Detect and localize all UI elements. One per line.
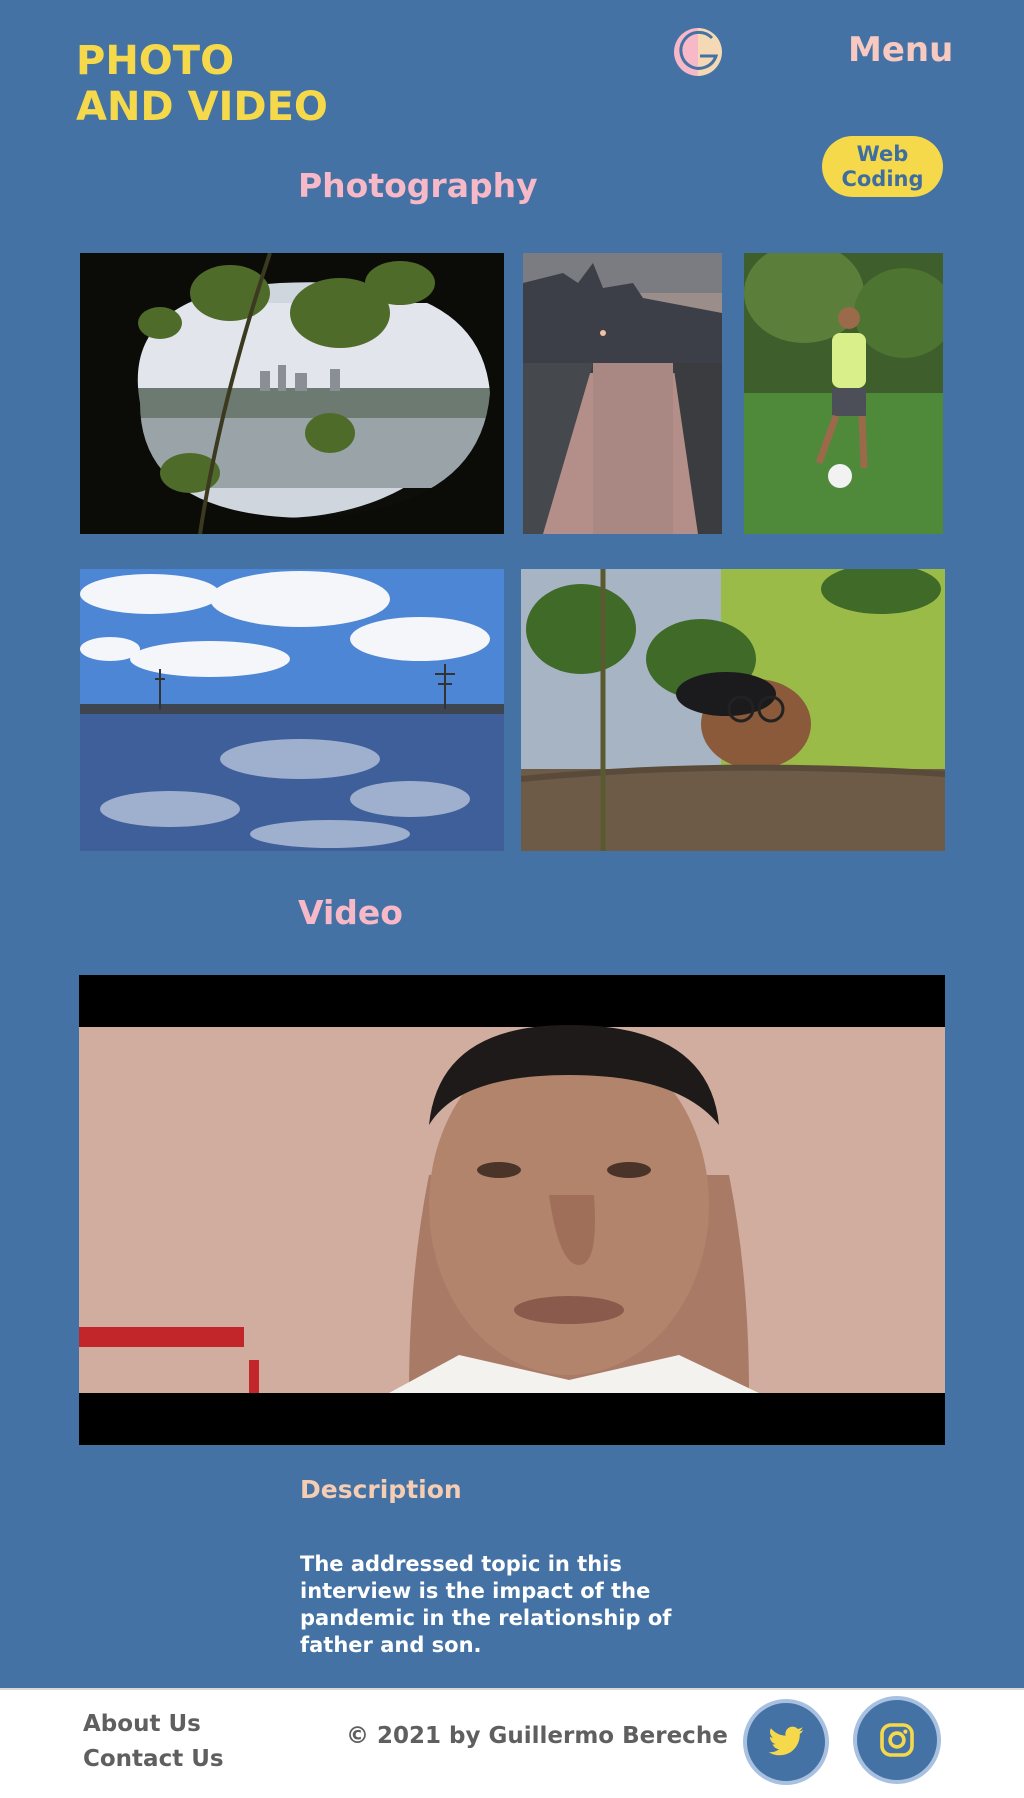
- logo-icon[interactable]: [672, 26, 724, 78]
- photo-harbor-through-leaves[interactable]: [80, 253, 504, 534]
- web-coding-line1: Web: [856, 142, 909, 166]
- menu-link[interactable]: Menu: [848, 30, 953, 70]
- photo-boy-behind-tree[interactable]: [521, 569, 945, 851]
- twitter-icon: [768, 1726, 804, 1756]
- photo-boy-with-soccer-ball[interactable]: [744, 253, 943, 534]
- twitter-button[interactable]: [743, 1699, 829, 1785]
- about-us-link[interactable]: About Us: [83, 1711, 201, 1737]
- video-player[interactable]: [79, 975, 945, 1445]
- web-coding-button[interactable]: Web Coding: [822, 136, 943, 197]
- description-text: The addressed topic in this interview is…: [300, 1552, 672, 1657]
- video-heading: Video: [298, 893, 403, 932]
- photography-heading: Photography: [298, 166, 538, 205]
- instagram-icon: [880, 1723, 914, 1757]
- site-title: PHOTO AND VIDEO: [76, 38, 328, 130]
- contact-us-link[interactable]: Contact Us: [83, 1746, 224, 1772]
- web-coding-line2: Coding: [841, 167, 924, 191]
- photo-canal-at-sunset[interactable]: [523, 253, 722, 534]
- instagram-button[interactable]: [853, 1696, 941, 1784]
- site-title-line2: AND VIDEO: [76, 84, 328, 130]
- photo-lake-reflection[interactable]: [80, 569, 504, 851]
- copyright-text: © 2021 by Guillermo Bereche: [346, 1723, 728, 1749]
- description-heading: Description: [300, 1475, 462, 1504]
- site-title-line1: PHOTO: [76, 38, 235, 84]
